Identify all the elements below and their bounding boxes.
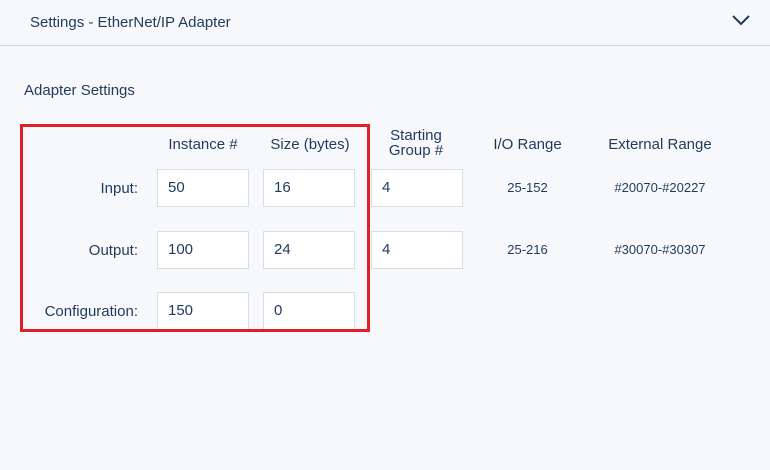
input-io-range: 25-152 (507, 180, 548, 195)
column-header-starting-group-line1: Starting (390, 127, 442, 144)
input-starting-group-field[interactable]: 4 (371, 169, 463, 207)
output-external-range: #30070-#30307 (614, 242, 706, 257)
highlight-box (20, 124, 370, 332)
input-external-range: #20070-#20227 (614, 180, 706, 195)
chevron-down-icon[interactable] (730, 12, 752, 28)
column-header-starting-group: Starting Group # (370, 128, 462, 158)
output-io-range: 25-216 (507, 242, 548, 257)
column-header-starting-group-line2: Group # (388, 142, 444, 159)
settings-header[interactable]: Settings - EtherNet/IP Adapter (0, 0, 770, 46)
header-title: Settings - EtherNet/IP Adapter (30, 14, 231, 31)
section-title: Adapter Settings (24, 82, 135, 99)
column-header-io-range: I/O Range (493, 136, 562, 153)
output-starting-group-field[interactable]: 4 (371, 231, 463, 269)
column-header-external-range: External Range (608, 136, 712, 153)
